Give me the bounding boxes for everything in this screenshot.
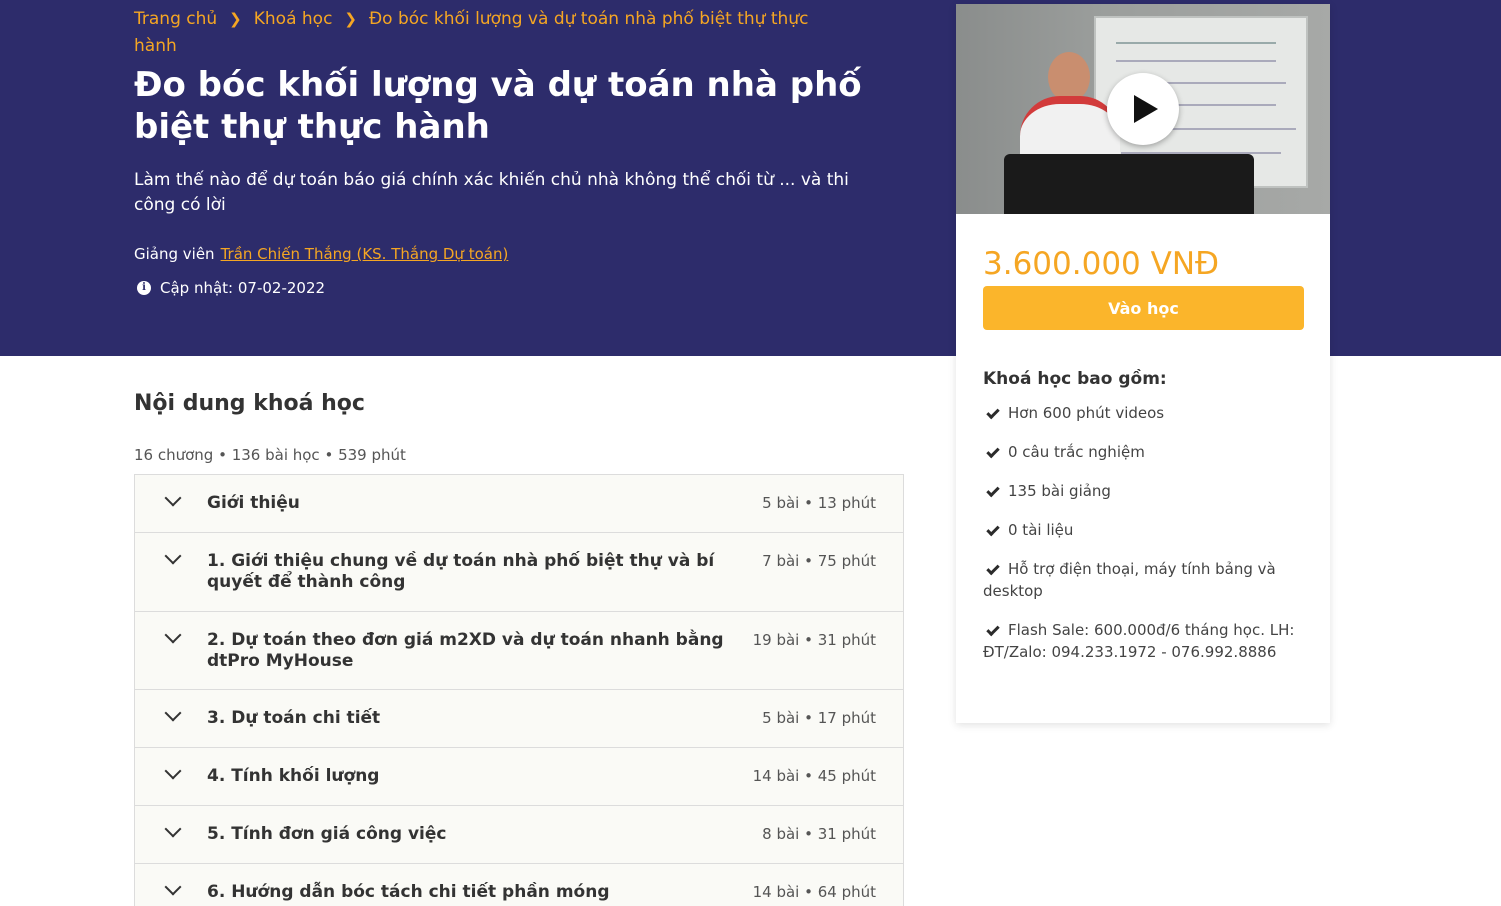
chevron-down-icon [164,762,182,780]
list-item: Hơn 600 phút videos [983,402,1303,424]
chevron-down-icon [164,878,182,896]
breadcrumb-home-link[interactable]: Trang chủ [134,9,217,29]
chapter-row[interactable]: 2. Dự toán theo đơn giá m2XD và dự toán … [135,612,903,690]
chevron-down-icon [164,820,182,838]
chapter-row[interactable]: 1. Giới thiệu chung về dự toán nhà phố b… [135,533,903,612]
chapter-row[interactable]: 5. Tính đơn giá công việc 8 bài • 31 phú… [135,806,903,864]
chevron-down-icon [164,489,182,507]
course-subtitle: Làm thế nào để dự toán báo giá chính xác… [134,170,849,215]
check-icon [986,405,1000,419]
chevron-down-icon [164,547,182,565]
content-summary: 16 chương • 136 bài học • 539 phút [134,446,406,464]
list-item: 0 tài liệu [983,519,1303,541]
enroll-button[interactable]: Vào học [983,286,1304,330]
breadcrumb: Trang chủ ❯ Khoá học ❯ Đo bóc khối lượng và … [134,6,834,60]
chevron-down-icon [164,704,182,722]
chapter-row[interactable]: 4. Tính khối lượng 14 bài • 45 phút [135,748,903,806]
check-icon [986,444,1000,458]
info-icon: i [137,281,151,295]
course-price: 3.600.000 VNĐ [983,246,1220,282]
list-item: 135 bài giảng [983,480,1303,502]
updated-date: Cập nhật: 07-02-2022 [160,279,326,297]
instructor-label: Giảng viên [134,245,215,263]
content-section-title: Nội dung khoá học [134,391,365,416]
chapter-row[interactable]: 6. Hướng dẫn bóc tách chi tiết phần móng… [135,864,903,906]
instructor-row: Giảng viên Trần Chiến Thắng (KS. Thắng Dự… [134,243,508,265]
chevron-right-icon: ❯ [229,10,242,28]
course-title: Đo bóc khối lượng và dự toán nhà phố biệ… [134,65,862,147]
chevron-right-icon: ❯ [344,10,357,28]
includes-list: Hơn 600 phút videos 0 câu trắc nghiệm 13… [983,402,1303,680]
course-preview-video[interactable] [956,4,1330,214]
chapter-row[interactable]: 3. Dự toán chi tiết 5 bài • 17 phút [135,690,903,748]
check-icon [986,483,1000,497]
list-item: Hỗ trợ điện thoại, máy tính bảng và desk… [983,560,1276,600]
check-icon [986,622,1000,636]
breadcrumb-courses-link[interactable]: Khoá học [254,9,333,29]
play-icon[interactable] [1107,73,1179,145]
chevron-down-icon [164,626,182,644]
check-icon [986,561,1000,575]
list-item: Flash Sale: 600.000đ/6 tháng học. LH: ĐT… [983,621,1295,661]
includes-title: Khoá học bao gồm: [983,369,1167,389]
instructor-link[interactable]: Trần Chiến Thắng (KS. Thắng Dự toán) [221,245,509,263]
chapter-row[interactable]: Giới thiệu 5 bài • 13 phút [135,475,903,533]
updated-row: i Cập nhật: 07-02-2022 [134,277,325,299]
list-item: 0 câu trắc nghiệm [983,441,1303,463]
course-purchase-card: 3.600.000 VNĐ Vào học Khoá học bao gồm: … [956,4,1330,723]
check-icon [986,522,1000,536]
curriculum-list: Giới thiệu 5 bài • 13 phút 1. Giới thiệu… [134,474,904,906]
